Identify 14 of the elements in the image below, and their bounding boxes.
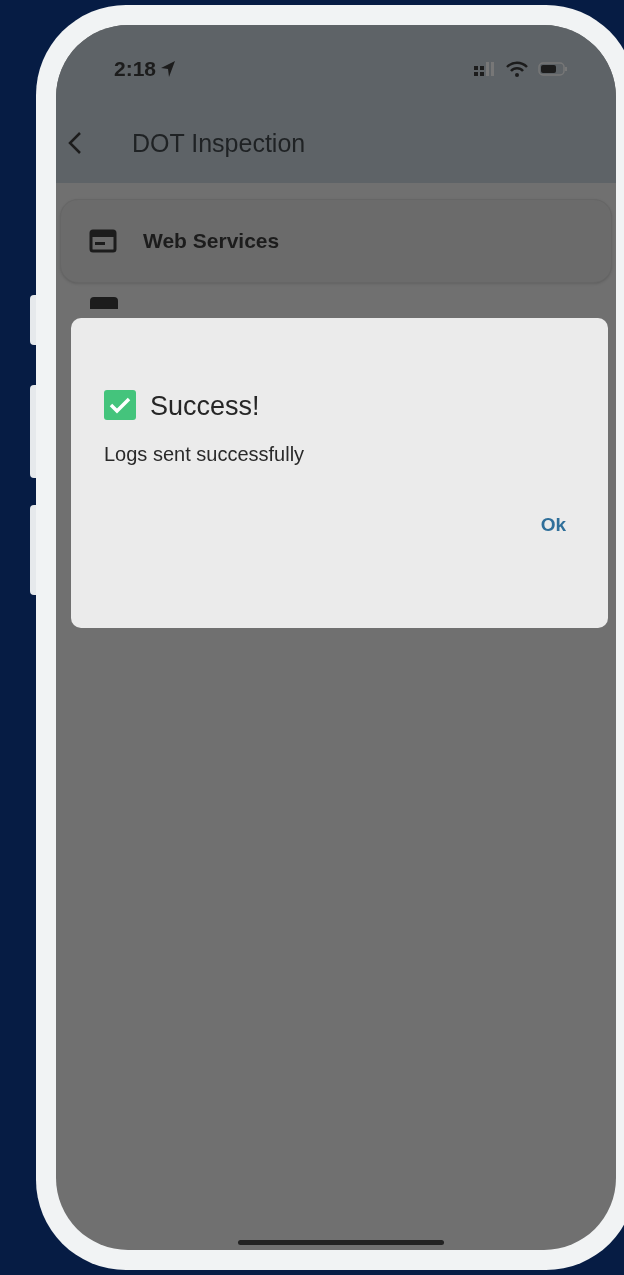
battery-icon: [538, 61, 568, 76]
signal-icon: [474, 61, 496, 76]
location-arrow-icon: [160, 59, 177, 78]
ok-button[interactable]: Ok: [538, 510, 568, 539]
status-time: 2:18: [114, 56, 157, 82]
menu-item-icon: [90, 297, 118, 309]
back-chevron-icon[interactable]: [68, 131, 82, 156]
browser-window-icon: [89, 229, 117, 253]
wifi-icon: [506, 60, 528, 77]
checkbox-check-icon: [104, 390, 136, 423]
menu-item[interactable]: Web Services: [60, 199, 612, 283]
dialog-title: Success!: [150, 390, 260, 423]
screen-title: DOT Inspection: [132, 127, 306, 159]
dialog-message: Logs sent successfully: [103, 441, 306, 467]
